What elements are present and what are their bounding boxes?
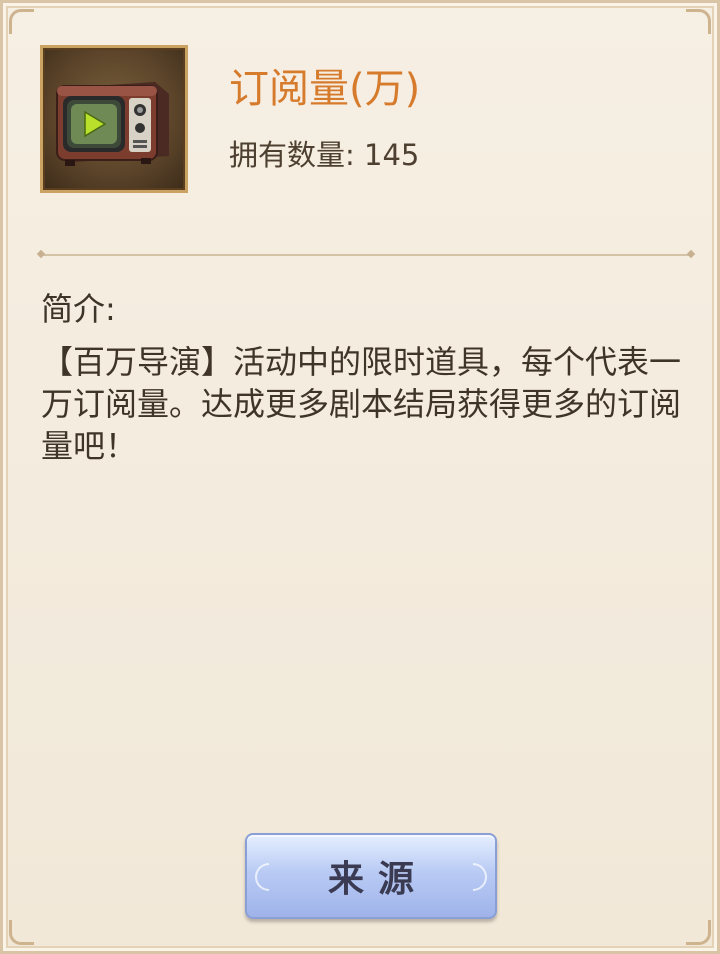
corner-ornament bbox=[9, 920, 34, 945]
item-name: 订阅量(万) bbox=[229, 66, 421, 112]
item-detail-panel: 订阅量(万) 拥有数量: 145 简介: 【百万导演】活动中的限时道具，每个代表… bbox=[0, 0, 720, 954]
corner-ornament bbox=[686, 920, 711, 945]
description-text: 【百万导演】活动中的限时道具，每个代表一万订阅量。达成更多剧本结局获得更多的订阅… bbox=[41, 343, 682, 465]
corner-ornament bbox=[686, 9, 711, 34]
source-button-label: 来源 bbox=[327, 859, 428, 900]
source-button[interactable]: 来源 bbox=[245, 833, 497, 919]
corner-ornament bbox=[9, 9, 34, 34]
owned-count-value: 145 bbox=[364, 138, 420, 172]
item-icon-frame bbox=[40, 45, 188, 193]
description-heading: 简介: bbox=[41, 290, 116, 328]
button-ornament bbox=[255, 863, 269, 891]
owned-count-row: 拥有数量: 145 bbox=[229, 141, 419, 170]
button-ornament bbox=[473, 863, 487, 891]
retro-tv-icon bbox=[56, 82, 169, 166]
section-divider bbox=[41, 254, 691, 256]
owned-count-label: 拥有数量: bbox=[229, 138, 355, 172]
